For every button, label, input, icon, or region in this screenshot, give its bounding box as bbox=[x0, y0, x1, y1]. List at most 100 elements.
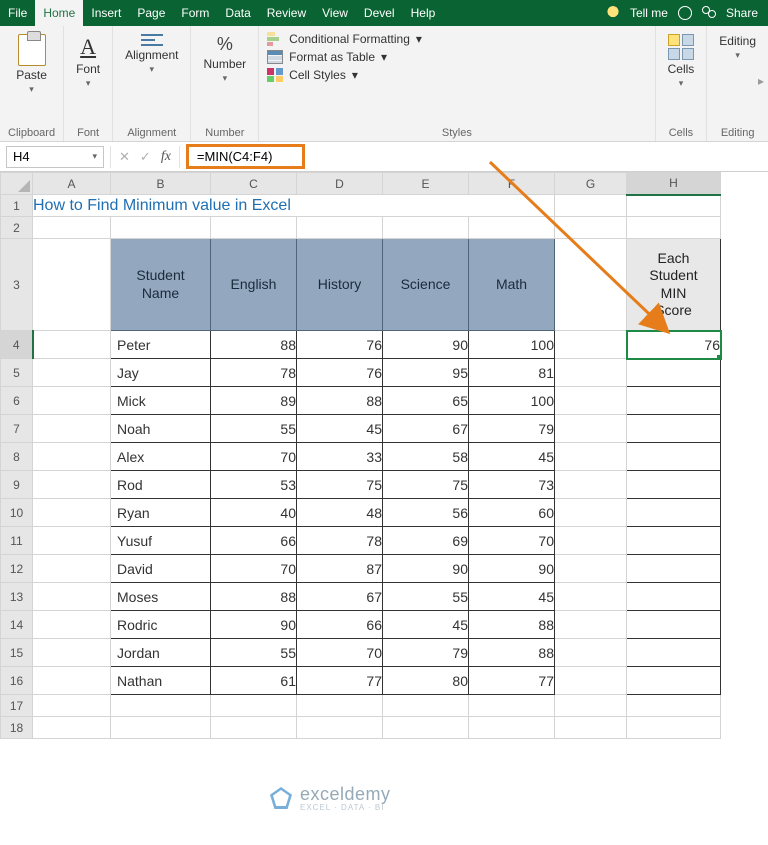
cell[interactable] bbox=[297, 695, 383, 717]
cell[interactable] bbox=[555, 415, 627, 443]
cell[interactable] bbox=[627, 471, 721, 499]
cell[interactable]: 69 bbox=[383, 527, 469, 555]
cell[interactable] bbox=[383, 695, 469, 717]
cell[interactable] bbox=[555, 443, 627, 471]
cell[interactable] bbox=[627, 499, 721, 527]
cell[interactable] bbox=[33, 359, 111, 387]
cell[interactable]: 70 bbox=[211, 555, 297, 583]
cell[interactable]: 77 bbox=[469, 667, 555, 695]
cell[interactable]: 48 bbox=[297, 499, 383, 527]
row-7[interactable]: 7 bbox=[1, 415, 33, 443]
cell[interactable]: 45 bbox=[297, 415, 383, 443]
cell[interactable]: 75 bbox=[383, 471, 469, 499]
cell[interactable] bbox=[627, 583, 721, 611]
col-H[interactable]: H bbox=[627, 173, 721, 195]
cell[interactable] bbox=[627, 527, 721, 555]
cell[interactable] bbox=[555, 499, 627, 527]
cell[interactable]: Rod bbox=[111, 471, 211, 499]
cell[interactable]: 100 bbox=[469, 387, 555, 415]
alignment-button[interactable]: Alignment ▾ bbox=[121, 32, 182, 77]
cell[interactable] bbox=[555, 471, 627, 499]
cell[interactable] bbox=[33, 217, 111, 239]
row-12[interactable]: 12 bbox=[1, 555, 33, 583]
tab-page[interactable]: Page bbox=[129, 0, 173, 26]
cell[interactable] bbox=[555, 695, 627, 717]
column-headers[interactable]: A B C D E F G H bbox=[1, 173, 721, 195]
cell[interactable]: 70 bbox=[211, 443, 297, 471]
cell[interactable]: 45 bbox=[469, 443, 555, 471]
cell[interactable] bbox=[297, 717, 383, 739]
cell[interactable]: Ryan bbox=[111, 499, 211, 527]
cell[interactable] bbox=[555, 387, 627, 415]
cell[interactable]: 89 bbox=[211, 387, 297, 415]
cell[interactable] bbox=[33, 415, 111, 443]
tab-home[interactable]: Home bbox=[35, 0, 83, 26]
cell[interactable]: 100 bbox=[469, 331, 555, 359]
cell[interactable] bbox=[33, 583, 111, 611]
cell[interactable] bbox=[627, 639, 721, 667]
cell[interactable] bbox=[33, 555, 111, 583]
cell[interactable] bbox=[33, 443, 111, 471]
cell[interactable] bbox=[555, 717, 627, 739]
cell[interactable]: 95 bbox=[383, 359, 469, 387]
cell[interactable]: 33 bbox=[297, 443, 383, 471]
cell[interactable] bbox=[627, 359, 721, 387]
cell[interactable] bbox=[211, 695, 297, 717]
cell[interactable]: Alex bbox=[111, 443, 211, 471]
cell[interactable]: 88 bbox=[297, 387, 383, 415]
cell[interactable] bbox=[33, 527, 111, 555]
cell[interactable] bbox=[111, 695, 211, 717]
cell[interactable] bbox=[627, 611, 721, 639]
cell[interactable]: EachStudentMINScore bbox=[627, 239, 721, 331]
cell[interactable]: 81 bbox=[469, 359, 555, 387]
row-9[interactable]: 9 bbox=[1, 471, 33, 499]
cell[interactable] bbox=[383, 717, 469, 739]
col-F[interactable]: F bbox=[469, 173, 555, 195]
cell[interactable]: How to Find Minimum value in Excel bbox=[33, 195, 555, 217]
cell[interactable]: 88 bbox=[469, 639, 555, 667]
cell[interactable] bbox=[627, 195, 721, 217]
cell[interactable]: 87 bbox=[297, 555, 383, 583]
cell[interactable] bbox=[469, 695, 555, 717]
cell[interactable]: 73 bbox=[469, 471, 555, 499]
cell[interactable]: 88 bbox=[469, 611, 555, 639]
cell[interactable] bbox=[469, 717, 555, 739]
cell[interactable] bbox=[111, 217, 211, 239]
cell[interactable]: English bbox=[211, 239, 297, 331]
cell[interactable]: Science bbox=[383, 239, 469, 331]
name-box[interactable]: H4 ▾ bbox=[6, 146, 104, 168]
cell[interactable]: 45 bbox=[383, 611, 469, 639]
cell[interactable] bbox=[383, 217, 469, 239]
row-17[interactable]: 17 bbox=[1, 695, 33, 717]
cell[interactable]: 67 bbox=[383, 415, 469, 443]
paste-button[interactable]: Paste ▾ bbox=[12, 32, 51, 97]
cell[interactable] bbox=[33, 667, 111, 695]
cell[interactable]: Mick bbox=[111, 387, 211, 415]
cell[interactable] bbox=[555, 583, 627, 611]
cell[interactable]: David bbox=[111, 555, 211, 583]
col-C[interactable]: C bbox=[211, 173, 297, 195]
cell[interactable] bbox=[469, 217, 555, 239]
cell[interactable]: 40 bbox=[211, 499, 297, 527]
cell[interactable] bbox=[627, 443, 721, 471]
col-G[interactable]: G bbox=[555, 173, 627, 195]
tab-developer[interactable]: Devel bbox=[356, 0, 403, 26]
cell[interactable] bbox=[555, 217, 627, 239]
fx-icon[interactable]: fx bbox=[161, 149, 171, 165]
cell[interactable] bbox=[555, 331, 627, 359]
cell[interactable] bbox=[555, 195, 627, 217]
cell[interactable]: History bbox=[297, 239, 383, 331]
cell[interactable] bbox=[555, 359, 627, 387]
worksheet[interactable]: A B C D E F G H 1How to Find Minimum val… bbox=[0, 172, 768, 739]
cell[interactable] bbox=[211, 217, 297, 239]
cell[interactable]: 70 bbox=[297, 639, 383, 667]
cell[interactable] bbox=[555, 639, 627, 667]
font-button[interactable]: A Font ▾ bbox=[72, 32, 104, 91]
cell[interactable]: 78 bbox=[297, 527, 383, 555]
cell[interactable]: 79 bbox=[469, 415, 555, 443]
cell[interactable]: 90 bbox=[383, 331, 469, 359]
cell[interactable]: 45 bbox=[469, 583, 555, 611]
cell[interactable]: Jay bbox=[111, 359, 211, 387]
cell[interactable]: 76 bbox=[297, 359, 383, 387]
cell[interactable]: 90 bbox=[211, 611, 297, 639]
